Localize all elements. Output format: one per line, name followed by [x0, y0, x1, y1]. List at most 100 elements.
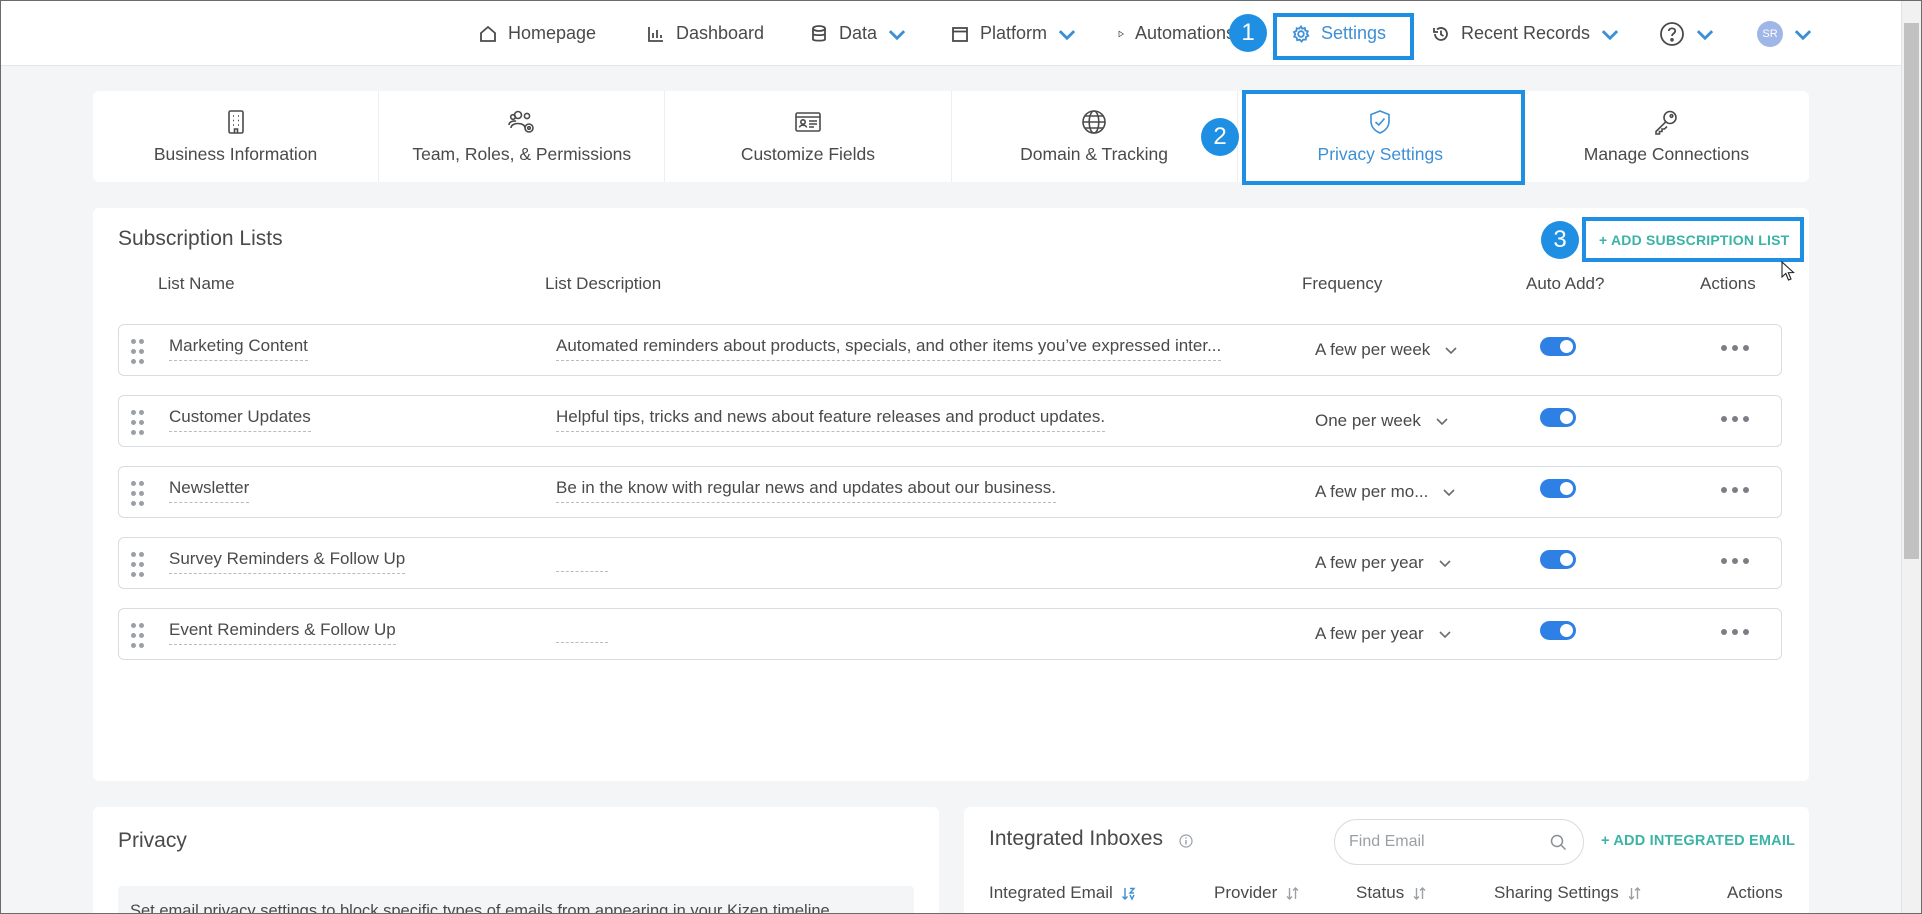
nav-dashboard[interactable]: Dashboard — [646, 1, 764, 66]
tab-label: Business Information — [153, 144, 318, 164]
column-header-list-description: List Description — [545, 274, 662, 293]
chevron-down-icon — [1058, 29, 1076, 40]
column-header-integrated-email[interactable]: Integrated Email — [989, 883, 1136, 903]
frequency-value: One per week — [1315, 411, 1421, 430]
nav-platform-label: Platform — [980, 23, 1048, 43]
scrollbar-thumb[interactable] — [1904, 23, 1919, 559]
drag-handle-icon[interactable] — [131, 410, 145, 436]
frequency-select[interactable]: A few per year — [1315, 624, 1452, 644]
tab-domain-tracking[interactable]: Domain & Tracking — [952, 91, 1238, 182]
drag-handle-icon[interactable] — [131, 481, 145, 507]
frequency-select[interactable]: A few per mo... — [1315, 482, 1456, 502]
play-icon — [1118, 30, 1125, 37]
tab-business-information[interactable]: Business Information — [93, 91, 380, 182]
sort-icon — [1413, 886, 1426, 900]
frequency-value: A few per year — [1315, 624, 1424, 643]
row-actions-menu[interactable] — [1721, 416, 1749, 422]
add-subscription-list-button[interactable]: + ADD SUBSCRIPTION LIST — [1599, 232, 1789, 248]
gear-icon — [1292, 24, 1310, 43]
step-badge-2: 2 — [1201, 118, 1239, 156]
window-icon — [952, 26, 968, 42]
list-description-field[interactable]: Helpful tips, tricks and news about feat… — [556, 407, 1106, 432]
list-description-field[interactable] — [556, 549, 608, 572]
list-name-field[interactable]: Marketing Content — [169, 336, 308, 361]
list-name-field[interactable]: Survey Reminders & Follow Up — [169, 549, 406, 574]
tab-manage-connections[interactable]: Manage Connections — [1524, 91, 1809, 182]
nav-data[interactable]: Data — [809, 1, 907, 66]
list-description-field[interactable] — [556, 620, 608, 643]
row-actions-menu[interactable] — [1721, 558, 1749, 564]
row-actions-menu[interactable] — [1721, 345, 1749, 351]
id-card-icon — [795, 112, 821, 132]
frequency-select[interactable]: One per week — [1315, 411, 1449, 431]
chevron-down-icon — [1439, 631, 1451, 639]
row-actions-menu[interactable] — [1721, 487, 1749, 493]
tab-privacy-settings[interactable]: Privacy Settings — [1238, 91, 1524, 182]
column-header-status[interactable]: Status — [1356, 883, 1427, 903]
nav-platform[interactable]: Platform — [950, 1, 1077, 66]
chevron-down-icon — [1439, 560, 1451, 568]
nav-settings[interactable]: Settings — [1291, 1, 1386, 66]
sort-icon — [1286, 886, 1299, 900]
tab-label: Customize Fields — [740, 144, 876, 164]
nav-automations-label: Automations — [1134, 23, 1235, 43]
chevron-down-icon — [1696, 29, 1714, 40]
chevron-down-icon — [1445, 347, 1457, 355]
auto-add-toggle[interactable] — [1540, 337, 1576, 356]
list-description-field[interactable]: Be in the know with regular news and upd… — [556, 478, 1056, 503]
nav-recent-records-label: Recent Records — [1461, 23, 1591, 43]
nav-homepage[interactable]: Homepage — [478, 1, 596, 66]
subscription-lists-title: Subscription Lists — [118, 227, 283, 250]
chevron-down-icon — [888, 29, 906, 40]
shield-check-icon — [1370, 110, 1391, 134]
subscription-row: Newsletter Be in the know with regular n… — [118, 466, 1782, 518]
list-name-field[interactable]: Event Reminders & Follow Up — [169, 620, 396, 645]
frequency-value: A few per week — [1315, 340, 1431, 359]
column-header-sharing-settings[interactable]: Sharing Settings — [1494, 883, 1642, 903]
subscription-lists-card: Subscription Lists + ADD SUBSCRIPTION LI… — [93, 208, 1809, 781]
database-icon — [812, 24, 826, 42]
subscription-row: Event Reminders & Follow Up A few per ye… — [118, 608, 1782, 660]
auto-add-toggle[interactable] — [1540, 479, 1576, 498]
frequency-select[interactable]: A few per week — [1315, 340, 1458, 360]
sort-icon — [1628, 886, 1641, 900]
help-menu[interactable] — [1659, 1, 1715, 66]
subscription-row: Customer Updates Helpful tips, tricks an… — [118, 395, 1782, 447]
key-icon — [1655, 110, 1678, 135]
column-header-actions: Actions — [1700, 274, 1756, 293]
list-name-field[interactable]: Newsletter — [169, 478, 250, 503]
drag-handle-icon[interactable] — [131, 623, 145, 649]
top-navigation: Homepage Dashboard Data Platform Automat… — [1, 1, 1901, 66]
privacy-title: Privacy — [118, 829, 187, 852]
chevron-down-icon — [1601, 29, 1619, 40]
nav-data-label: Data — [839, 23, 878, 43]
nav-recent-records[interactable]: Recent Records — [1431, 1, 1620, 66]
auto-add-toggle[interactable] — [1540, 621, 1576, 640]
user-menu[interactable]: SR — [1757, 1, 1813, 66]
info-icon[interactable] — [1179, 834, 1193, 848]
column-header-label: Status — [1356, 883, 1405, 902]
search-icon[interactable] — [1550, 834, 1567, 851]
avatar: SR — [1757, 20, 1783, 47]
sort-az-icon — [1121, 887, 1136, 901]
nav-automations[interactable]: Automations — [1117, 1, 1235, 66]
tab-customize-fields[interactable]: Customize Fields — [665, 91, 952, 182]
add-integrated-email-button[interactable]: + ADD INTEGRATED EMAIL — [1601, 833, 1795, 849]
list-name-field[interactable]: Customer Updates — [169, 407, 311, 432]
frequency-select[interactable]: A few per year — [1315, 553, 1452, 573]
vertical-scrollbar[interactable] — [1901, 1, 1921, 913]
row-actions-menu[interactable] — [1721, 629, 1749, 635]
auto-add-toggle[interactable] — [1540, 550, 1576, 569]
home-icon — [480, 25, 496, 42]
find-email-input[interactable] — [1334, 819, 1584, 865]
column-header-provider[interactable]: Provider — [1214, 883, 1300, 903]
drag-handle-icon[interactable] — [131, 552, 145, 578]
subscription-row: Survey Reminders & Follow Up A few per y… — [118, 537, 1782, 589]
column-header-actions: Actions — [1727, 883, 1783, 902]
chevron-down-icon — [1436, 418, 1448, 426]
column-header-frequency: Frequency — [1302, 274, 1383, 293]
auto-add-toggle[interactable] — [1540, 408, 1576, 427]
list-description-field[interactable]: Automated reminders about products, spec… — [556, 336, 1222, 361]
tab-team-roles-permissions[interactable]: Team, Roles, & Permissions — [379, 91, 666, 182]
drag-handle-icon[interactable] — [131, 339, 145, 365]
